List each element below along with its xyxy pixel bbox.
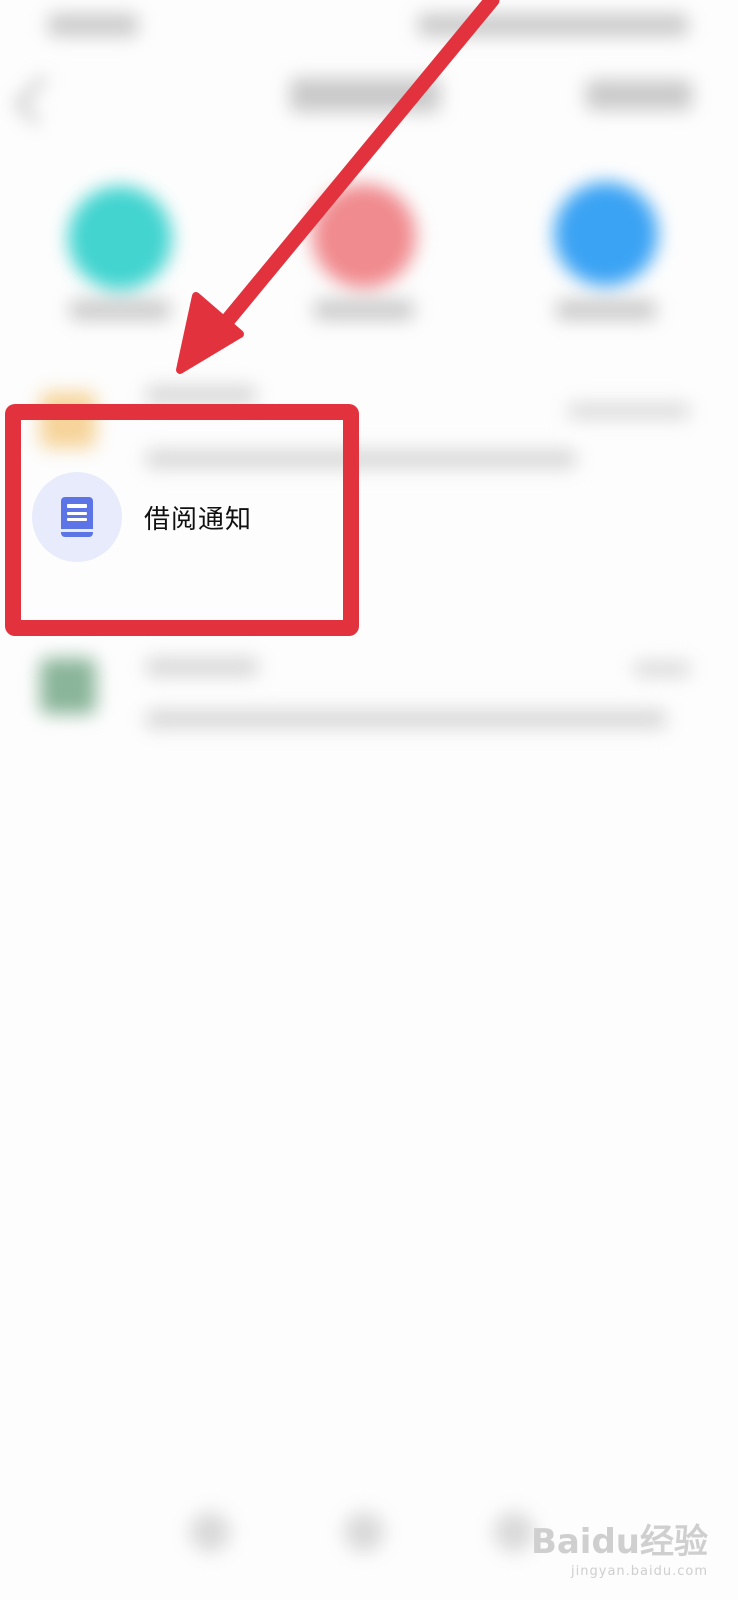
page-title — [290, 78, 440, 112]
list-item-title — [146, 386, 256, 404]
back-icon[interactable] — [14, 75, 64, 125]
borrow-notice-item[interactable]: 借阅通知 — [22, 422, 340, 612]
header-action-button[interactable] — [586, 80, 692, 110]
nav-item-1-icon[interactable] — [190, 1512, 230, 1552]
watermark: Baidu经验 jingyan.baidu.com — [531, 1525, 708, 1578]
watermark-url: jingyan.baidu.com — [571, 1564, 708, 1579]
quick-action-3-icon[interactable] — [554, 182, 658, 286]
book-icon — [32, 472, 122, 562]
nav-item-2-icon[interactable] — [344, 1512, 384, 1552]
list-item-preview — [146, 710, 666, 728]
list-item-icon[interactable] — [40, 658, 96, 714]
watermark-brand: Baidu经验 — [530, 1522, 708, 1562]
quick-action-2-label — [314, 300, 414, 320]
list-item-time — [634, 662, 690, 676]
list-item-time — [568, 404, 690, 418]
status-time — [48, 14, 138, 36]
list-item-title — [146, 658, 258, 676]
quick-action-3-label — [556, 300, 656, 320]
quick-action-1-icon[interactable] — [68, 186, 172, 290]
nav-item-3-icon[interactable] — [494, 1512, 534, 1552]
borrow-notice-label: 借阅通知 — [144, 504, 253, 535]
quick-action-1-label — [70, 300, 170, 320]
status-icons — [418, 14, 688, 36]
quick-action-2-icon[interactable] — [312, 184, 416, 288]
